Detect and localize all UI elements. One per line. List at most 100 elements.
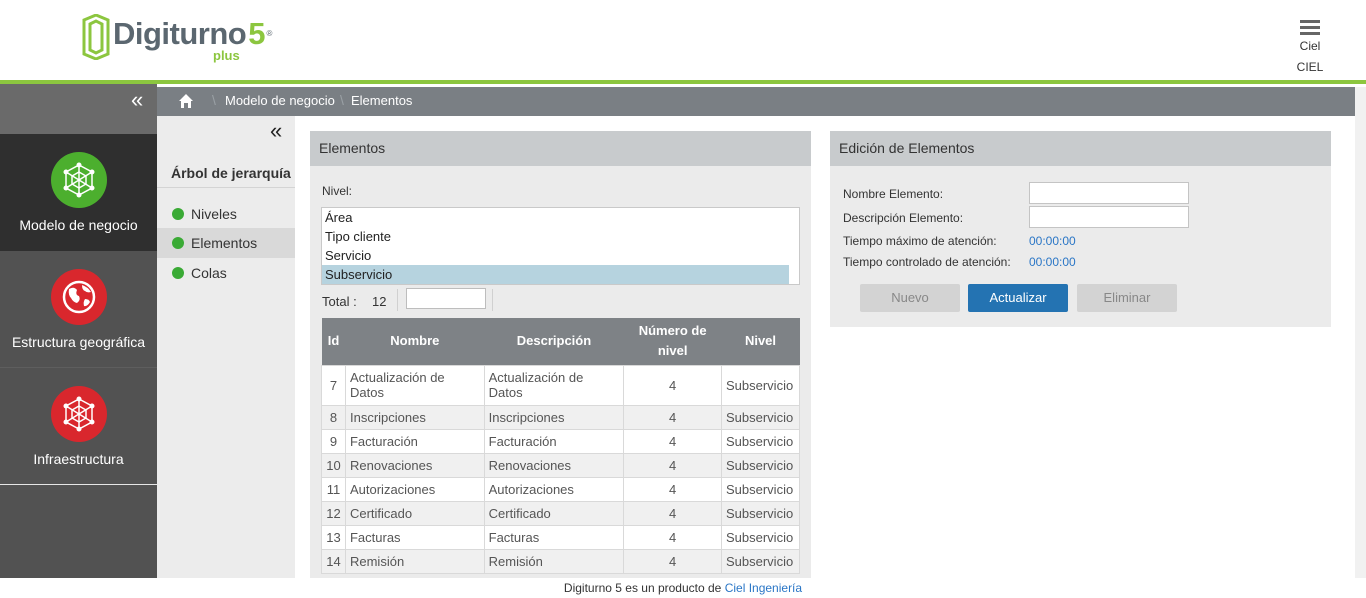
table-row[interactable]: 11 Autorizaciones Autorizaciones 4 Subse… bbox=[321, 476, 801, 502]
nombre-elemento-input[interactable] bbox=[1029, 182, 1189, 204]
table-row[interactable]: 12 Certificado Certificado 4 Subservicio bbox=[321, 500, 801, 526]
double-chevron-left-icon[interactable]: « bbox=[131, 87, 143, 113]
nuevo-button[interactable]: Nuevo bbox=[860, 284, 960, 312]
edit-elements-panel: Edición de Elementos Nombre Elemento: De… bbox=[830, 131, 1331, 327]
cell-nombre: Actualización de Datos bbox=[344, 364, 485, 406]
tiempo-controlado-value[interactable]: 00:00:00 bbox=[1029, 255, 1076, 269]
cell-numero-nivel: 4 bbox=[623, 428, 722, 454]
sidebar-top: « bbox=[0, 84, 157, 134]
table-row[interactable]: 10 Renovaciones Renovaciones 4 Subservic… bbox=[321, 452, 801, 478]
cell-id: 14 bbox=[321, 548, 346, 574]
cell-descripcion: Autorizaciones bbox=[483, 476, 625, 502]
tiempo-maximo-label: Tiempo máximo de atención: bbox=[843, 234, 997, 248]
total-label: Total : bbox=[322, 294, 357, 309]
cell-numero-nivel: 4 bbox=[623, 404, 722, 430]
cell-descripcion: Inscripciones bbox=[483, 404, 625, 430]
footer-link[interactable]: Ciel Ingeniería bbox=[725, 581, 802, 595]
tree-item-colas[interactable]: Colas bbox=[157, 258, 295, 288]
cell-numero-nivel: 4 bbox=[623, 548, 722, 574]
cell-nivel: Subservicio bbox=[720, 476, 801, 502]
table-header-row: Id Nombre Descripción Número de nivel Ni… bbox=[321, 318, 800, 365]
nivel-option-selected[interactable]: Subservicio bbox=[322, 265, 789, 284]
network-cube-icon bbox=[50, 152, 107, 208]
cell-descripcion: Facturación bbox=[483, 428, 625, 454]
user-name[interactable]: Ciel bbox=[1290, 39, 1330, 53]
cell-nombre: Facturas bbox=[344, 524, 485, 550]
cell-numero-nivel: 4 bbox=[623, 452, 722, 478]
cell-numero-nivel: 4 bbox=[623, 524, 722, 550]
breadcrumb-modelo-de-negocio[interactable]: Modelo de negocio bbox=[225, 93, 335, 108]
brand-edition: plus bbox=[213, 48, 240, 63]
cell-descripcion: Remisión bbox=[483, 548, 625, 574]
network-cube-icon bbox=[50, 386, 107, 442]
nivel-label: Nivel: bbox=[322, 184, 353, 198]
cell-numero-nivel: 4 bbox=[623, 500, 722, 526]
header-accent-line bbox=[0, 80, 1366, 84]
logo-mark-icon bbox=[82, 14, 110, 60]
cell-descripcion: Facturas bbox=[483, 524, 625, 550]
divider bbox=[157, 187, 295, 188]
edit-panel-title: Edición de Elementos bbox=[830, 131, 1331, 166]
table-row[interactable]: 7 Actualización de Datos Actualización d… bbox=[321, 364, 801, 406]
eliminar-button[interactable]: Eliminar bbox=[1077, 284, 1177, 312]
user-company: CIEL bbox=[1296, 60, 1324, 74]
table-row[interactable]: 13 Facturas Facturas 4 Subservicio bbox=[321, 524, 801, 550]
descripcion-elemento-input[interactable] bbox=[1029, 206, 1189, 228]
digiturno-logo: Digiturno 5 ® plus bbox=[82, 14, 272, 64]
sidebar-item-infraestructura[interactable]: Infraestructura bbox=[0, 368, 157, 485]
tree-item-label: Niveles bbox=[191, 206, 237, 222]
cell-descripcion: Certificado bbox=[483, 500, 625, 526]
filter-input[interactable] bbox=[406, 288, 486, 309]
column-header-numero-de-nivel[interactable]: Número de nivel bbox=[623, 318, 722, 365]
tree-item-elementos[interactable]: Elementos bbox=[157, 228, 295, 258]
footer-text: Digiturno 5 es un producto de bbox=[563, 581, 722, 595]
cell-descripcion: Actualización de Datos bbox=[483, 364, 625, 406]
hamburger-icon[interactable] bbox=[1300, 20, 1320, 36]
nivel-option[interactable]: Servicio bbox=[322, 246, 799, 265]
cell-numero-nivel: 4 bbox=[623, 364, 722, 406]
sidebar-item-estructura-geografica[interactable]: Estructura geográfica bbox=[0, 251, 157, 368]
double-chevron-left-icon[interactable]: « bbox=[270, 118, 282, 144]
cell-nombre: Renovaciones bbox=[344, 452, 485, 478]
cell-nivel: Subservicio bbox=[720, 428, 801, 454]
cell-nivel: Subservicio bbox=[720, 524, 801, 550]
divider bbox=[397, 289, 398, 311]
cell-numero-nivel: 4 bbox=[623, 476, 722, 502]
nombre-elemento-label: Nombre Elemento: bbox=[843, 187, 944, 201]
cell-nivel: Subservicio bbox=[720, 452, 801, 478]
total-count: 12 bbox=[372, 294, 387, 309]
column-header-nombre[interactable]: Nombre bbox=[345, 318, 485, 365]
cell-nivel: Subservicio bbox=[720, 548, 801, 574]
divider bbox=[492, 289, 493, 311]
footer: Digiturno 5 es un producto de Ciel Ingen… bbox=[0, 578, 1366, 598]
cell-id: 7 bbox=[321, 364, 346, 406]
column-header-nivel[interactable]: Nivel bbox=[721, 318, 800, 365]
column-header-id[interactable]: Id bbox=[321, 318, 346, 365]
page-scrollbar[interactable] bbox=[1355, 87, 1366, 578]
table-row[interactable]: 9 Facturación Facturación 4 Subservicio bbox=[321, 428, 801, 454]
sidebar-item-label: Estructura geográfica bbox=[11, 334, 146, 350]
actualizar-button[interactable]: Actualizar bbox=[968, 284, 1068, 312]
sidebar-item-modelo-de-negocio[interactable]: Modelo de negocio bbox=[0, 134, 157, 251]
cell-nombre: Inscripciones bbox=[344, 404, 485, 430]
tree-title: Árbol de jerarquía bbox=[171, 165, 291, 181]
home-icon[interactable] bbox=[178, 93, 194, 109]
cell-id: 11 bbox=[321, 476, 346, 502]
nivel-listbox[interactable]: Área Tipo cliente Servicio Subservicio bbox=[321, 207, 800, 285]
cell-nombre: Facturación bbox=[344, 428, 485, 454]
breadcrumb-separator: \ bbox=[340, 92, 344, 108]
elements-panel-title: Elementos bbox=[310, 131, 811, 166]
cell-nombre: Autorizaciones bbox=[344, 476, 485, 502]
table-row[interactable]: 14 Remisión Remisión 4 Subservicio bbox=[321, 548, 801, 574]
tree-item-label: Colas bbox=[191, 265, 227, 281]
nivel-option[interactable]: Área bbox=[322, 208, 799, 227]
tiempo-controlado-label: Tiempo controlado de atención: bbox=[843, 255, 1011, 269]
nivel-option[interactable]: Tipo cliente bbox=[322, 227, 799, 246]
tree-item-niveles[interactable]: Niveles bbox=[157, 199, 295, 229]
table-row[interactable]: 8 Inscripciones Inscripciones 4 Subservi… bbox=[321, 404, 801, 430]
breadcrumb-elementos[interactable]: Elementos bbox=[351, 93, 412, 108]
main-sidebar: « Modelo de negocio Estructura geográfic… bbox=[0, 84, 157, 578]
app-header: Digiturno 5 ® plus Ciel CIEL bbox=[0, 0, 1366, 80]
column-header-descripcion[interactable]: Descripción bbox=[484, 318, 624, 365]
tiempo-maximo-value[interactable]: 00:00:00 bbox=[1029, 234, 1076, 248]
